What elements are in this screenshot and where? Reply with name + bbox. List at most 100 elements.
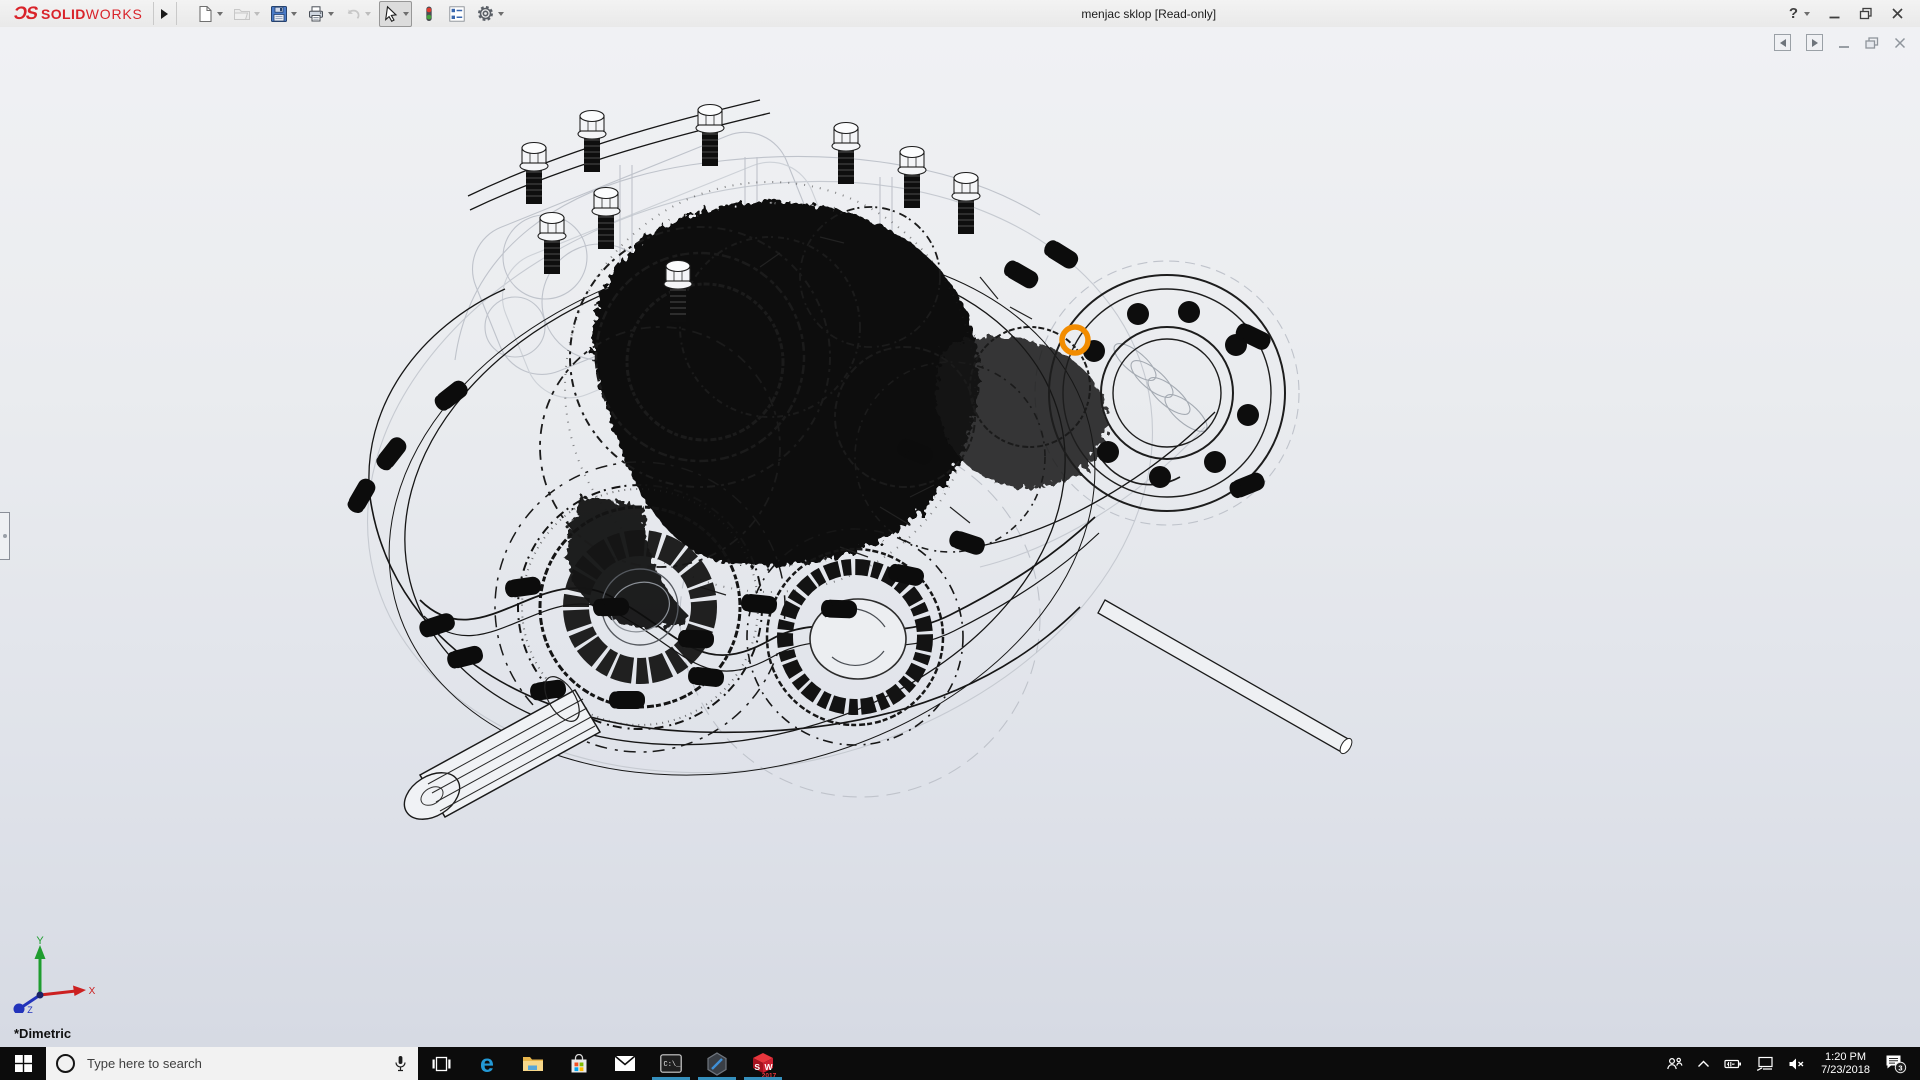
action-center-button[interactable]: 3 [1878,1047,1914,1080]
dropdown-caret-icon[interactable] [328,12,334,16]
restore-button[interactable] [1859,7,1873,20]
battery-charging-icon [1724,1057,1742,1071]
svg-text:C:\_: C:\_ [664,1061,682,1069]
brand-works: WORKS [86,6,143,22]
mail-icon [614,1055,636,1072]
microphone-icon[interactable] [393,1055,408,1072]
help-icon: ? [1789,5,1798,22]
dropdown-caret-icon[interactable] [217,12,223,16]
doc-close-button[interactable] [1894,37,1906,49]
dropdown-caret-icon[interactable] [1804,12,1810,16]
taskbar-mail-button[interactable] [602,1047,648,1080]
start-button[interactable] [0,1047,46,1080]
notification-badge: 3 [1898,1063,1902,1072]
model-input-shaft[interactable] [396,671,600,829]
quick-access-toolbar [191,1,509,27]
window-controls: ? [1789,5,1920,22]
dropdown-caret-icon[interactable] [254,12,260,16]
hexagon-app-icon [706,1052,728,1076]
volume-button[interactable] [1781,1047,1813,1080]
windows-taskbar: e [0,1047,1920,1080]
title-bar[interactable]: ƆS SOLIDWORKS [0,0,1920,28]
dropdown-caret-icon[interactable] [403,12,409,16]
svg-text:S: S [754,1062,760,1072]
model-output-shaft[interactable] [1098,600,1354,756]
solidworks-2017-icon: S W 2017 [749,1050,777,1078]
windows-logo-icon [15,1055,32,1072]
triad-z-label: Z [27,1005,33,1013]
ethernet-icon [1756,1056,1774,1071]
rebuild-traffic-light-icon [420,5,438,23]
store-icon [569,1054,589,1074]
wireframe-model[interactable] [0,27,1920,1047]
triad-y-label: Y [36,935,44,947]
ds-monogram: ƆS [12,3,39,24]
splitter-dot-icon [3,534,7,538]
minimize-button[interactable] [1828,7,1841,20]
document-window-controls [1774,34,1906,51]
file-properties-button[interactable] [446,2,468,26]
options-gear-icon [476,4,495,23]
taskbar-hexagon-app-button[interactable] [694,1047,740,1080]
brand-solid: SOLID [41,6,86,22]
taskbar-file-explorer-button[interactable] [510,1047,556,1080]
restore-icon [1859,7,1873,20]
expand-arrow-icon [161,9,168,19]
dropdown-caret-icon[interactable] [498,12,504,16]
print-icon [307,5,325,23]
tray-date: 7/23/2018 [1821,1064,1870,1077]
task-view-icon [432,1055,451,1073]
svg-text:e: e [480,1051,494,1077]
reference-triad: Y X Z [6,935,98,1013]
hidden-icons-button[interactable] [1690,1047,1717,1080]
print-button[interactable] [305,2,336,26]
new-document-button[interactable] [194,2,225,26]
file-properties-icon [448,5,466,23]
doc-restore-button[interactable] [1865,37,1879,49]
document-title: menjac sklop [Read-only] [509,7,1789,21]
new-document-icon [196,5,214,23]
model-gear-cluster[interactable] [540,182,1107,628]
previous-pane-button[interactable] [1774,34,1791,51]
clock[interactable]: 1:20 PM 7/23/2018 [1813,1051,1878,1077]
taskbar-search[interactable] [46,1047,418,1080]
menu-expand-button[interactable] [153,2,177,25]
feature-tree-collapsed-tab[interactable] [0,512,10,560]
help-button[interactable]: ? [1789,5,1810,22]
triangle-right-icon [1812,39,1818,47]
rebuild-button[interactable] [418,2,440,26]
taskbar-solidworks-button[interactable]: S W 2017 [740,1047,786,1080]
doc-minimize-button[interactable] [1838,37,1850,49]
people-button[interactable] [1659,1047,1690,1080]
dropdown-caret-icon[interactable] [291,12,297,16]
undo-icon [344,5,362,23]
select-cursor-icon [382,5,400,23]
tray-time: 1:20 PM [1825,1051,1866,1064]
save-button[interactable] [268,2,299,26]
system-tray: 1:20 PM 7/23/2018 3 [1659,1047,1920,1080]
taskbar-task-view-button[interactable] [418,1047,464,1080]
search-input[interactable] [85,1055,383,1072]
chevron-up-icon [1697,1059,1710,1068]
cortana-icon[interactable] [56,1054,75,1073]
minimize-icon [1828,7,1841,20]
next-pane-button[interactable] [1806,34,1823,51]
close-button[interactable] [1891,7,1904,20]
options-button[interactable] [474,2,506,26]
close-icon [1891,7,1904,20]
taskbar-store-button[interactable] [556,1047,602,1080]
dropdown-caret-icon[interactable] [365,12,371,16]
people-icon [1666,1056,1683,1072]
undo-button[interactable] [342,2,373,26]
taskbar-command-prompt-button[interactable]: C:\_ [648,1047,694,1080]
select-button[interactable] [379,1,412,27]
triad-x-label: X [89,986,96,997]
taskbar-edge-button[interactable]: e [464,1047,510,1080]
edge-icon: e [475,1051,499,1077]
solidworks-window: ƆS SOLIDWORKS [0,0,1920,1080]
graphics-viewport[interactable]: Y X Z *Dimetric [0,27,1920,1047]
volume-muted-icon [1788,1057,1806,1071]
battery-button[interactable] [1717,1047,1749,1080]
network-button[interactable] [1749,1047,1781,1080]
open-button[interactable] [231,2,262,26]
